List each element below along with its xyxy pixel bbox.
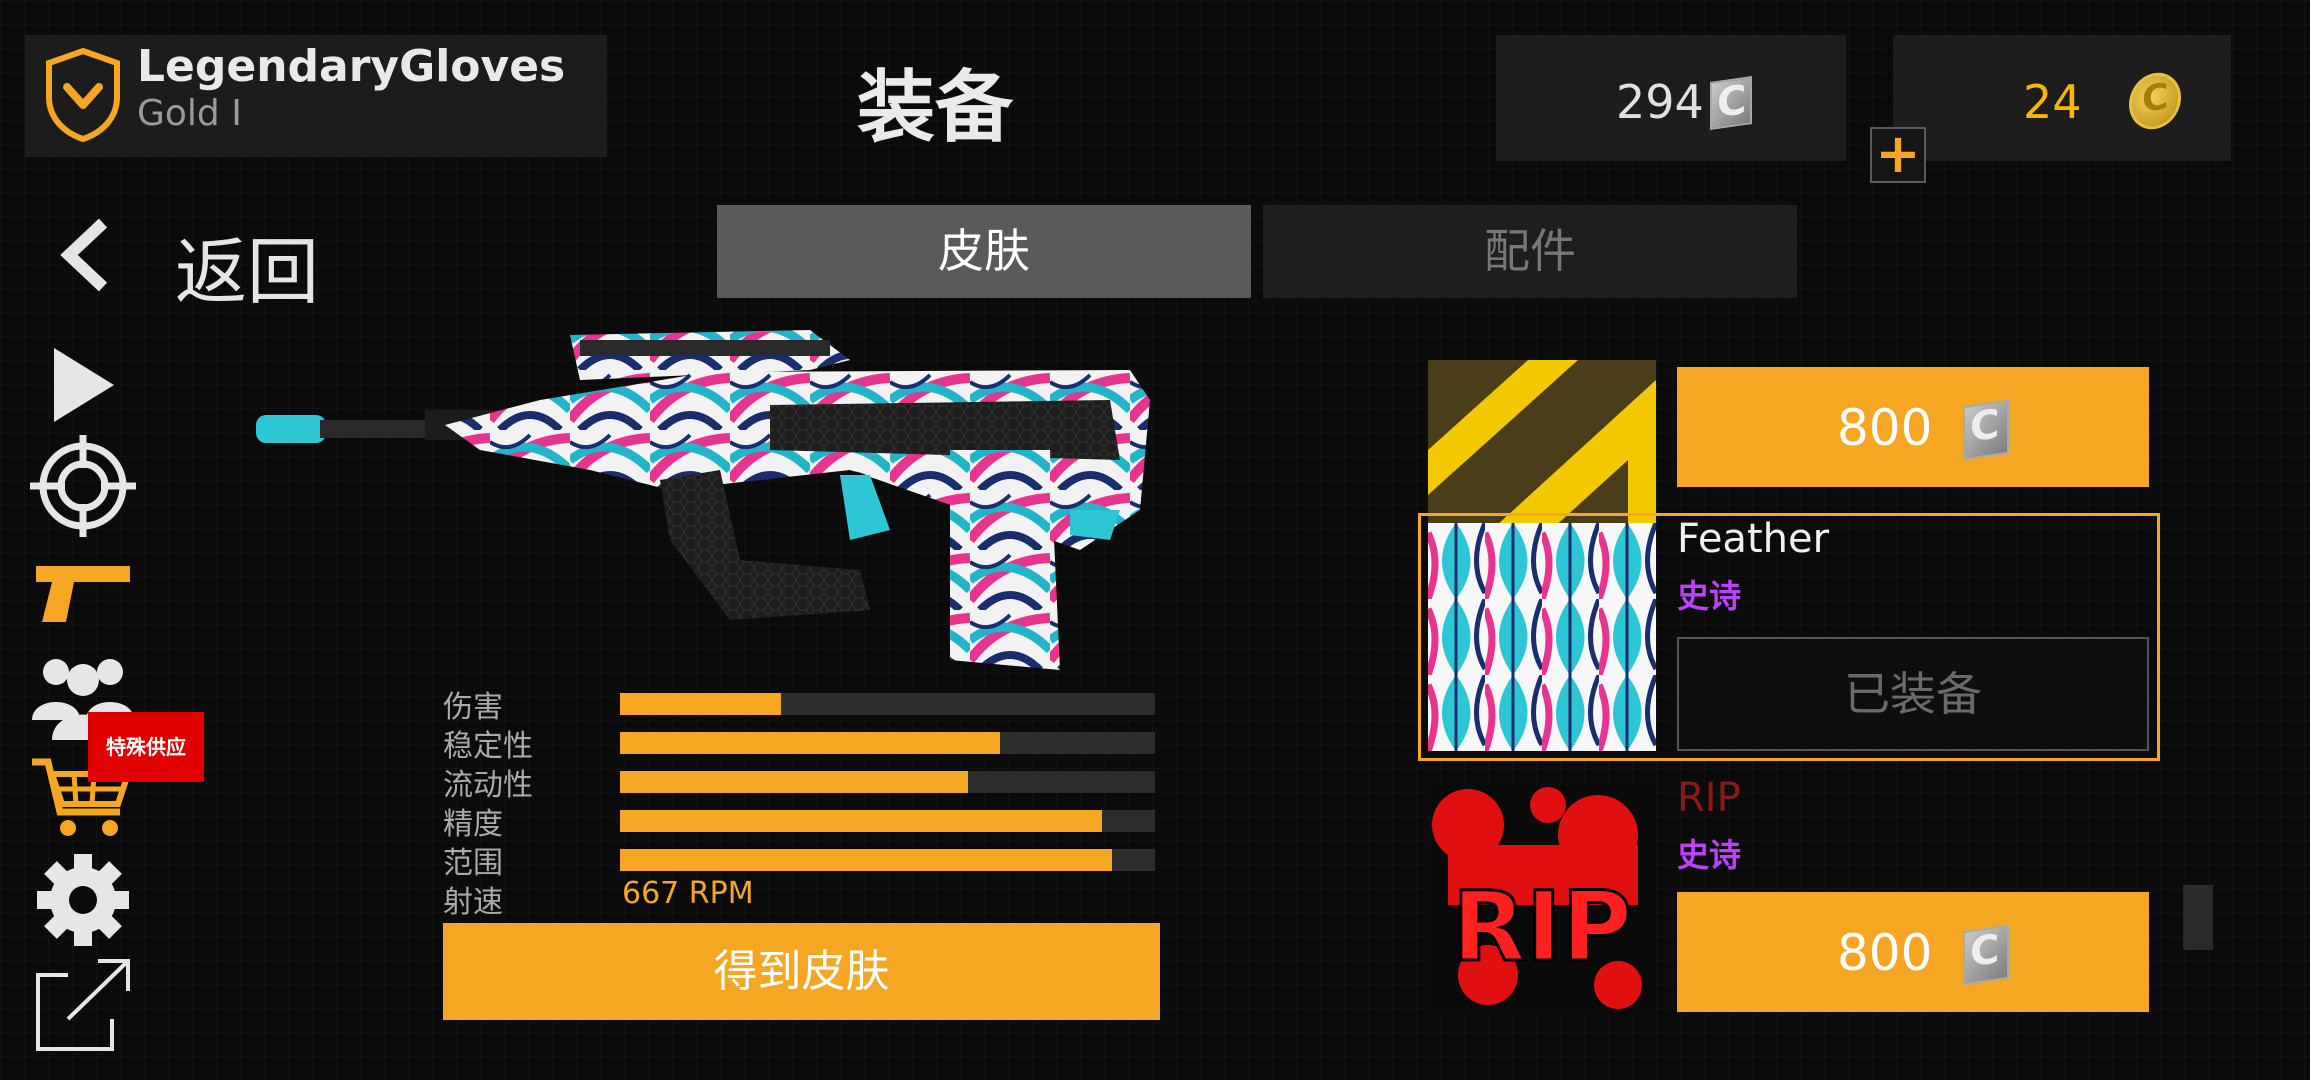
skin-name: RIP [1677, 775, 1741, 821]
stat-bar-stability [620, 732, 1155, 754]
stat-bar-range [620, 849, 1155, 871]
stat-bar-damage [620, 693, 1155, 715]
rip-thumbnail-text: RIP [1452, 871, 1632, 983]
tab-attachments[interactable]: 配件 [1263, 205, 1797, 298]
gear-icon[interactable] [28, 853, 138, 947]
skin-thumbnail-rip[interactable]: RIP [1428, 785, 1656, 1013]
weapon-image [256, 330, 1150, 670]
credits-display: 294 [1496, 35, 1846, 161]
feather-thumbnail [1428, 523, 1656, 751]
stat-bar-accuracy [620, 810, 1155, 832]
stat-fill [620, 693, 781, 715]
credits-coin-icon [1710, 76, 1752, 130]
equipped-button[interactable]: 已装备 [1677, 637, 2149, 751]
pistol-icon[interactable] [28, 560, 138, 630]
player-rank: Gold I [137, 93, 242, 134]
back-label: 返回 [175, 230, 320, 314]
back-button[interactable]: 返回 [55, 205, 355, 314]
get-skin-button[interactable]: 得到皮肤 [443, 923, 1160, 1020]
skin-rarity: 史诗 [1677, 836, 1742, 874]
stat-label-fire-rate: 射速 [443, 885, 503, 920]
stat-label-accuracy: 精度 [443, 807, 503, 842]
tab-skins[interactable]: 皮肤 [717, 205, 1251, 298]
player-card[interactable]: LegendaryGloves Gold I [25, 35, 607, 157]
rank-shield-icon [46, 47, 120, 143]
scrollbar-thumb[interactable] [2183, 885, 2213, 950]
skin-rarity: 史诗 [1677, 577, 1742, 615]
screen-title: 装备 [856, 63, 1013, 153]
stat-fill [620, 849, 1113, 871]
player-name: LegendaryGloves [137, 41, 566, 92]
credits-coin-icon [1963, 399, 2009, 461]
price-value: 800 [1837, 399, 1933, 457]
chevron-left-icon [60, 218, 108, 292]
external-link-icon[interactable] [28, 955, 138, 1055]
stat-label-range: 范围 [443, 846, 503, 881]
rip-thumbnail: RIP [1428, 785, 1656, 1013]
gold-value: 24 [2023, 75, 2082, 129]
gold-coin-icon [2129, 69, 2181, 133]
stat-fill [620, 810, 1102, 832]
stat-fill [620, 771, 968, 793]
special-offer-badge[interactable]: 特殊供应 [88, 712, 204, 782]
buy-skin-button[interactable]: 800 [1677, 892, 2149, 1012]
stat-label-stability: 稳定性 [443, 729, 533, 764]
buy-skin-button[interactable]: 800 [1677, 367, 2149, 487]
stat-fill [620, 732, 1000, 754]
crosshair-icon[interactable] [28, 433, 138, 539]
fire-rate-value: 667 RPM [622, 876, 754, 911]
credits-value: 294 [1616, 75, 1704, 129]
add-gold-button[interactable]: + [1870, 127, 1926, 183]
play-icon[interactable] [28, 340, 138, 430]
stat-bar-mobility [620, 771, 1155, 793]
skin-name: Feather [1677, 516, 1830, 562]
price-value: 800 [1837, 924, 1933, 982]
gold-display: 24 [1893, 35, 2231, 161]
stat-label-damage: 伤害 [443, 690, 503, 725]
credits-coin-icon [1963, 924, 2009, 986]
stat-label-mobility: 流动性 [443, 768, 533, 803]
